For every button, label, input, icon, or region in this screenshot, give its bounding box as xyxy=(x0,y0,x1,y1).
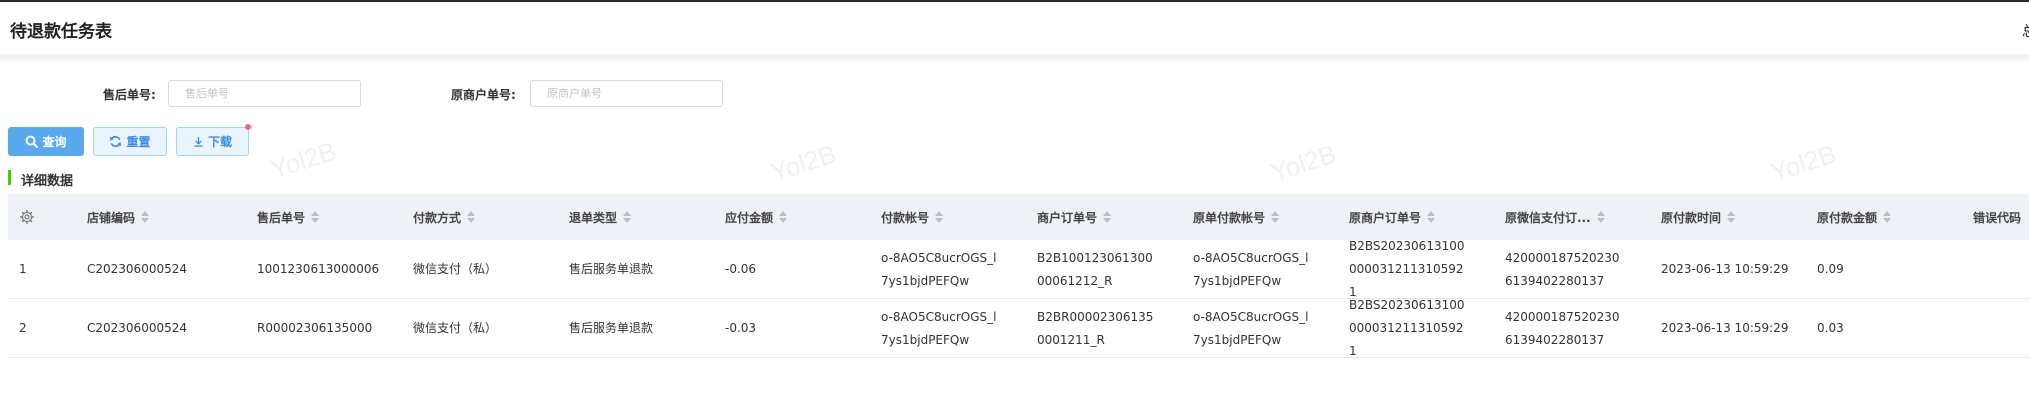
column-header-error-code[interactable]: 错误代码 xyxy=(1973,194,2021,240)
column-header-amount-due[interactable]: 应付金额 xyxy=(725,194,788,240)
watermark: Yol2B xyxy=(266,135,340,185)
sort-icon[interactable] xyxy=(623,211,632,223)
table-row[interactable]: 2 C202306000524 R00002306135000 微信支付（私） … xyxy=(8,298,2029,358)
cell-refund-type: 售后服务单退款 xyxy=(569,262,654,276)
search-icon xyxy=(26,135,39,148)
cell-merchant-order-no: B2BR000023061350001211_R xyxy=(1037,309,1154,347)
sort-icon[interactable] xyxy=(1596,211,1605,223)
cell-orig-payment-account: o-8AO5C8ucrOGS_l7ys1bjdPEFQw xyxy=(1193,309,1309,347)
cell-store-code: C202306000524 xyxy=(87,262,187,276)
cell-orig-payment-account: o-8AO5C8ucrOGS_l7ys1bjdPEFQw xyxy=(1193,250,1309,288)
after-sale-no-input[interactable] xyxy=(168,80,361,107)
after-sale-no-label: 售后单号: xyxy=(103,88,156,102)
section-accent-bar xyxy=(8,170,11,185)
column-header-orig-wechat-pay-order[interactable]: 原微信支付订... xyxy=(1505,194,1605,240)
sort-icon[interactable] xyxy=(311,211,320,223)
reset-button-label: 重置 xyxy=(126,135,151,149)
cell-merchant-order-no: B2B10012306130000061212_R xyxy=(1037,250,1153,288)
download-icon xyxy=(194,136,203,147)
download-button-label: 下载 xyxy=(207,135,232,149)
query-button-label: 查询 xyxy=(42,135,67,149)
cell-orig-wechat-pay-order: 420000187520230613940228013​7 xyxy=(1505,250,1620,288)
query-button[interactable]: 查询 xyxy=(8,127,84,156)
sort-icon[interactable] xyxy=(467,211,476,223)
cell-payment-method: 微信支付（私） xyxy=(413,262,498,276)
sort-icon[interactable] xyxy=(779,211,788,223)
cell-orig-payment-time: 2023-06-13 10:59:29 xyxy=(1661,321,1789,335)
cell-orig-payment-time: 2023-06-13 10:59:29 xyxy=(1661,262,1789,276)
column-header-merchant-order-no[interactable]: 商户订单号 xyxy=(1037,194,1112,240)
sort-icon[interactable] xyxy=(1883,211,1892,223)
data-table: 店铺编码 售后单号 付款方式 退单类型 应付金额 付款帐号 商户订单号 原单付款… xyxy=(8,194,2029,358)
cell-orig-merchant-order-no: B2BS202306131000000312113105921 xyxy=(1349,239,1465,299)
orig-merchant-no-label: 原商户单号: xyxy=(451,88,516,102)
column-header-orig-payment-amount[interactable]: 原付款金额 xyxy=(1817,194,1892,240)
page-title: 待退款任务表 xyxy=(10,22,112,42)
column-header-orig-payment-time[interactable]: 原付款时间 xyxy=(1661,194,1736,240)
column-header-orig-payment-account[interactable]: 原单付款帐号 xyxy=(1193,194,1280,240)
column-header-refund-type[interactable]: 退单类型 xyxy=(569,194,632,240)
cell-orig-wechat-pay-order: 420000187520230613940228013​7 xyxy=(1505,309,1620,347)
refresh-icon xyxy=(110,135,122,148)
cell-after-sale-no: 1001230613000006 xyxy=(257,262,380,276)
cell-amount-due: -0.03 xyxy=(725,321,757,335)
column-header-store-code[interactable]: 店铺编码 xyxy=(87,194,150,240)
cell-orig-payment-amount: 0.09 xyxy=(1817,262,1844,276)
header-right-text: 总 xyxy=(2022,21,2029,41)
cell-payment-account: o-8AO5C8ucrOGS_l7ys1bjdPEFQw xyxy=(881,309,997,347)
download-button[interactable]: 下载 xyxy=(176,127,249,156)
sort-icon[interactable] xyxy=(141,211,150,223)
cell-amount-due: -0.06 xyxy=(725,262,757,276)
table-row[interactable]: 1 C202306000524 1001230613000006 微信支付（私）… xyxy=(8,239,2029,299)
watermark: Yol2B xyxy=(766,138,840,188)
watermark: Yol2B xyxy=(1766,138,1840,188)
cell-store-code: C202306000524 xyxy=(87,321,187,335)
sort-icon[interactable] xyxy=(1271,211,1280,223)
sort-icon[interactable] xyxy=(1103,211,1112,223)
header-divider xyxy=(0,54,2029,62)
column-header-after-sale-no[interactable]: 售后单号 xyxy=(257,194,320,240)
section-title: 详细数据 xyxy=(21,174,74,189)
row-index: 1 xyxy=(19,262,27,276)
reset-button[interactable]: 重置 xyxy=(93,127,167,156)
notification-dot xyxy=(245,124,251,130)
row-index: 2 xyxy=(19,321,27,335)
cell-refund-type: 售后服务单退款 xyxy=(569,321,654,335)
cell-payment-method: 微信支付（私） xyxy=(413,321,498,335)
column-header-orig-merchant-order-no[interactable]: 原商户订单号 xyxy=(1349,194,1436,240)
cell-orig-merchant-order-no: B2BS202306131000000312113105921 xyxy=(1349,298,1465,358)
sort-icon[interactable] xyxy=(1427,211,1436,223)
cell-payment-account: o-8AO5C8ucrOGS_l7ys1bjdPEFQw xyxy=(881,250,997,288)
gear-icon[interactable] xyxy=(20,210,34,224)
orig-merchant-no-input[interactable] xyxy=(530,80,723,107)
page-header: 待退款任务表 总 xyxy=(0,2,2029,54)
sort-icon[interactable] xyxy=(935,211,944,223)
watermark: Yol2B xyxy=(1266,138,1340,188)
cell-orig-payment-amount: 0.03 xyxy=(1817,321,1844,335)
sort-icon[interactable] xyxy=(1727,211,1736,223)
cell-after-sale-no: R00002306135000 xyxy=(257,321,373,335)
column-header-payment-account[interactable]: 付款帐号 xyxy=(881,194,944,240)
table-header: 店铺编码 售后单号 付款方式 退单类型 应付金额 付款帐号 商户订单号 原单付款… xyxy=(8,194,2029,240)
column-header-payment-method[interactable]: 付款方式 xyxy=(413,194,476,240)
